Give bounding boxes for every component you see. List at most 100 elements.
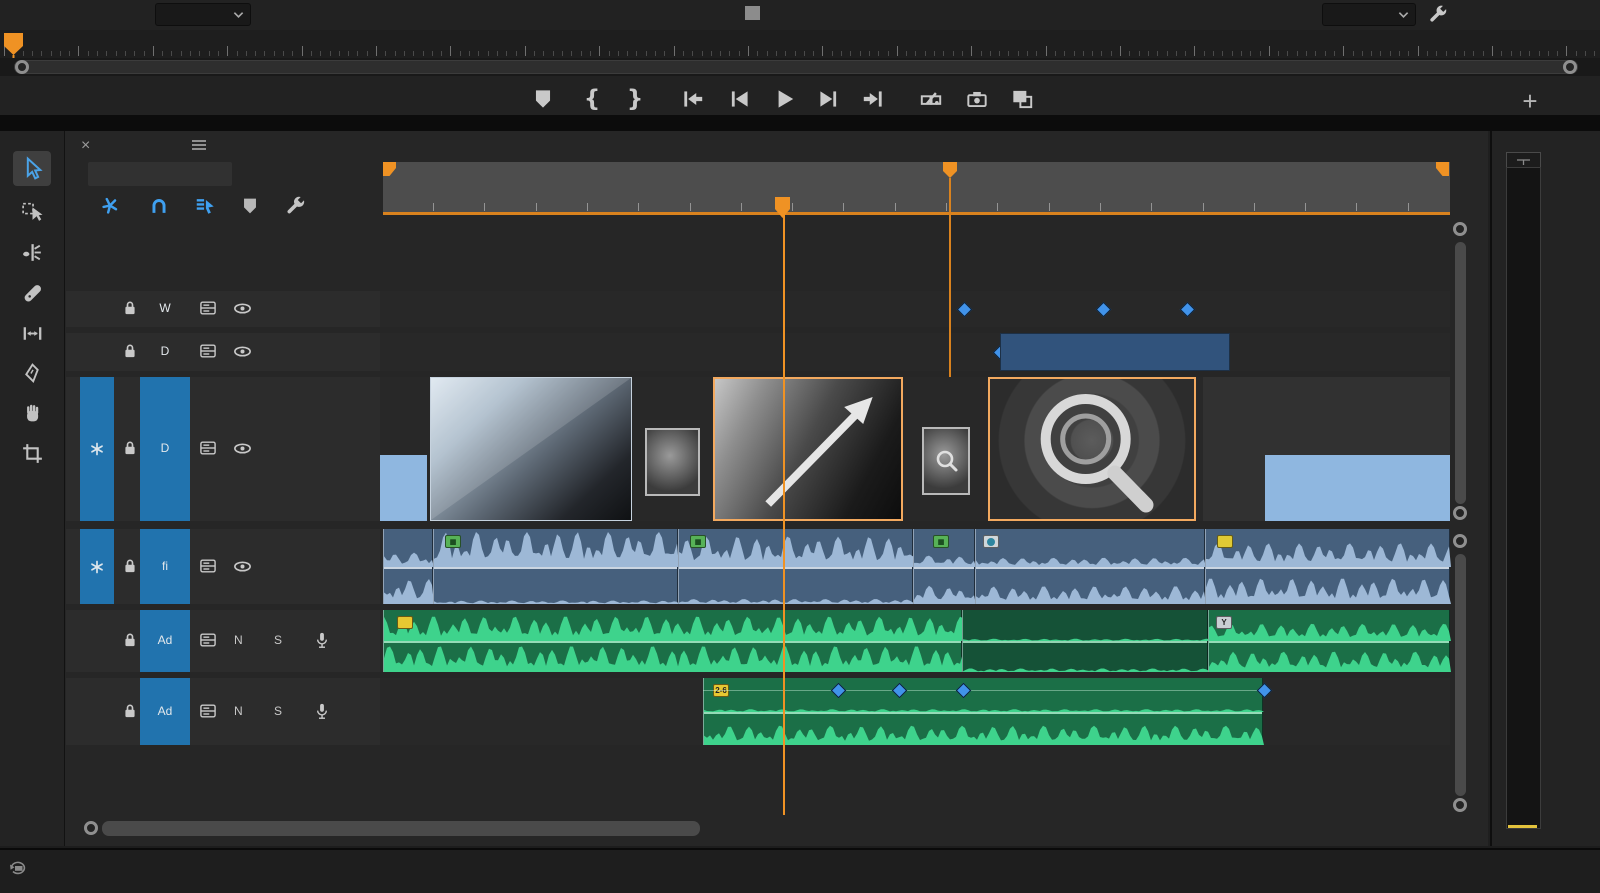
ruler-tick bbox=[1083, 51, 1084, 56]
ruler-tick bbox=[162, 51, 163, 56]
ruler-tick bbox=[302, 46, 303, 56]
ruler-tick bbox=[404, 51, 405, 56]
step-forward-button[interactable] bbox=[811, 84, 845, 114]
ruler-tick bbox=[1325, 51, 1326, 56]
ruler-tick bbox=[1566, 46, 1567, 56]
ruler-tick bbox=[822, 46, 823, 56]
ruler-tick bbox=[1334, 51, 1335, 56]
go-to-in-button[interactable] bbox=[676, 84, 710, 114]
ruler-tick bbox=[1222, 51, 1223, 56]
ruler-tick bbox=[888, 51, 889, 56]
ruler-tick bbox=[943, 51, 944, 56]
mark-out-button[interactable]: } bbox=[618, 84, 652, 114]
ruler-tick bbox=[869, 51, 870, 56]
zoom-scrollbar-left-handle[interactable] bbox=[15, 60, 29, 74]
ruler-tick bbox=[469, 51, 470, 56]
monitor-playhead[interactable] bbox=[4, 33, 24, 58]
audio-level-meter[interactable] bbox=[1506, 167, 1541, 829]
go-to-out-button[interactable] bbox=[856, 84, 890, 114]
ruler-tick bbox=[32, 51, 33, 56]
ruler-tick bbox=[1167, 51, 1168, 56]
step-back-button[interactable] bbox=[723, 84, 757, 114]
export-frame-button[interactable] bbox=[960, 84, 994, 114]
ruler-tick bbox=[525, 46, 526, 56]
sync-status-icon[interactable] bbox=[8, 859, 28, 877]
play-button[interactable] bbox=[767, 84, 801, 114]
ruler-tick bbox=[999, 51, 1000, 56]
ruler-tick bbox=[1343, 46, 1344, 56]
ruler-tick bbox=[209, 51, 210, 56]
ruler-tick bbox=[51, 51, 52, 56]
monitor-time-ruler[interactable] bbox=[0, 30, 1600, 58]
ruler-tick bbox=[850, 51, 851, 56]
ruler-tick bbox=[655, 51, 656, 56]
type-tool[interactable] bbox=[13, 436, 51, 471]
ripple-edit-tool[interactable] bbox=[13, 235, 51, 270]
ruler-tick bbox=[1529, 51, 1530, 56]
track-select-tool[interactable] bbox=[13, 194, 51, 229]
ruler-tick bbox=[1176, 51, 1177, 56]
ruler-tick bbox=[609, 51, 610, 56]
ruler-tick bbox=[320, 51, 321, 56]
hand-tool[interactable] bbox=[13, 396, 51, 431]
ruler-tick bbox=[116, 51, 117, 56]
ruler-tick bbox=[897, 46, 898, 56]
button-editor-plus[interactable]: + bbox=[1513, 86, 1547, 116]
slip-tool[interactable] bbox=[13, 316, 51, 351]
ruler-tick bbox=[1148, 51, 1149, 56]
chevron-down-icon bbox=[233, 11, 244, 19]
ruler-tick bbox=[385, 51, 386, 56]
mark-in-button[interactable]: { bbox=[575, 84, 609, 114]
ruler-tick bbox=[1446, 51, 1447, 56]
ruler-tick bbox=[106, 51, 107, 56]
ruler-tick bbox=[1241, 51, 1242, 56]
ruler-tick bbox=[664, 51, 665, 56]
ruler-tick bbox=[1157, 51, 1158, 56]
ruler-tick bbox=[497, 51, 498, 56]
meter-level-indicator bbox=[1508, 825, 1537, 828]
comparison-view-button[interactable] bbox=[1005, 84, 1039, 114]
monitor-settings-wrench-icon[interactable] bbox=[1427, 4, 1448, 25]
playback-resolution-dropdown[interactable] bbox=[1322, 3, 1416, 26]
ruler-tick bbox=[804, 51, 805, 56]
add-marker-button[interactable] bbox=[526, 84, 560, 114]
ruler-tick bbox=[571, 51, 572, 56]
ruler-tick bbox=[1036, 51, 1037, 56]
ruler-tick bbox=[41, 51, 42, 56]
ruler-tick bbox=[283, 51, 284, 56]
pen-tool[interactable] bbox=[13, 356, 51, 391]
ruler-tick bbox=[925, 51, 926, 56]
ruler-tick bbox=[1585, 51, 1586, 56]
ruler-tick bbox=[1297, 51, 1298, 56]
zoom-scrollbar-right-handle[interactable] bbox=[1563, 60, 1577, 74]
ruler-tick bbox=[1287, 51, 1288, 56]
ruler-tick bbox=[376, 46, 377, 56]
ruler-tick bbox=[264, 51, 265, 56]
ruler-tick bbox=[1362, 51, 1363, 56]
ruler-tick bbox=[460, 51, 461, 56]
panel-resize-handle[interactable] bbox=[745, 6, 760, 20]
ruler-tick bbox=[562, 51, 563, 56]
ruler-tick bbox=[1027, 51, 1028, 56]
ruler-tick bbox=[78, 46, 79, 56]
ruler-tick bbox=[981, 51, 982, 56]
ruler-tick bbox=[1511, 51, 1512, 56]
ruler-tick bbox=[190, 51, 191, 56]
ruler-tick bbox=[1055, 51, 1056, 56]
zoom-level-dropdown[interactable] bbox=[155, 3, 251, 26]
monitor-zoom-scrollbar[interactable] bbox=[14, 60, 1578, 74]
ruler-tick bbox=[488, 51, 489, 56]
ruler-tick bbox=[553, 51, 554, 56]
timeline-panel: × bbox=[65, 131, 1488, 846]
ruler-tick bbox=[1129, 51, 1130, 56]
ruler-tick bbox=[674, 46, 675, 56]
ruler-tick bbox=[1492, 46, 1493, 56]
lift-button[interactable] bbox=[914, 84, 948, 114]
razor-tool[interactable] bbox=[13, 276, 51, 311]
ruler-tick bbox=[971, 46, 972, 56]
selection-tool[interactable] bbox=[13, 151, 51, 186]
ruler-tick bbox=[199, 51, 200, 56]
ruler-tick bbox=[1185, 51, 1186, 56]
ruler-tick bbox=[860, 51, 861, 56]
ruler-tick bbox=[1455, 51, 1456, 56]
